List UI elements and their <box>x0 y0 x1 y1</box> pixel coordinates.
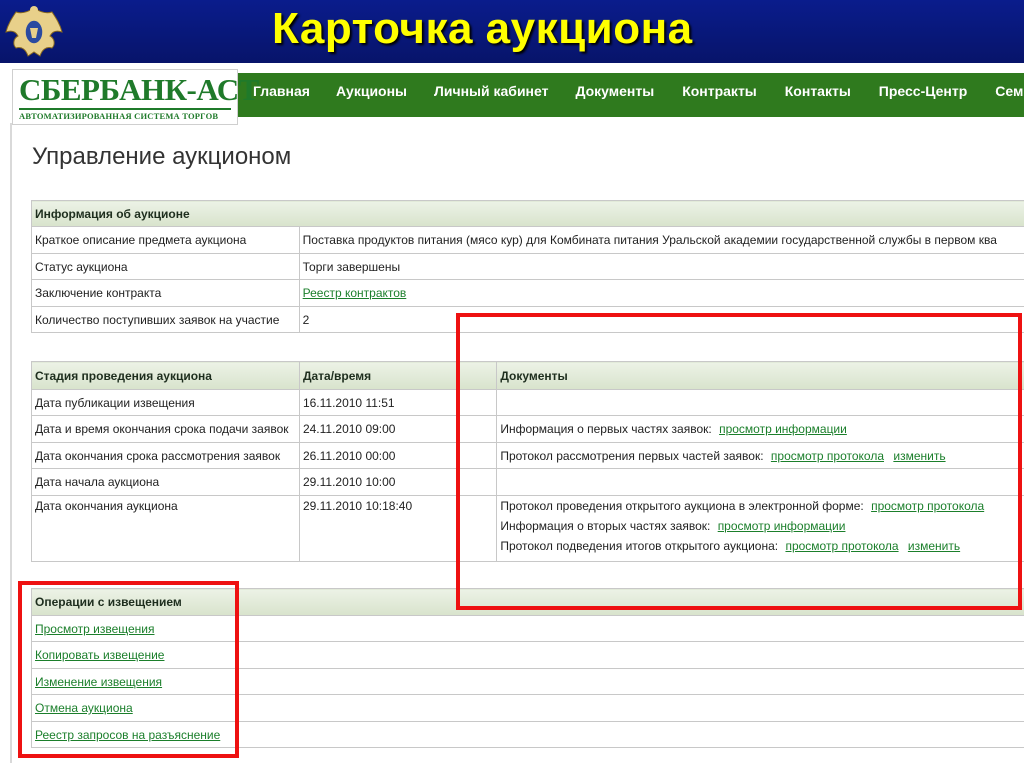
view-notice-link[interactable]: Просмотр извещения <box>35 622 155 636</box>
operations-header: Операции с извещением <box>31 588 1024 616</box>
view-protocol-link[interactable]: просмотр протокола <box>785 539 898 553</box>
stage-applications-end-docs: Информация о первых частях заявок: просм… <box>496 415 1024 443</box>
doc-line: Протокол проведения открытого аукциона в… <box>500 497 1024 517</box>
site-header: СБЕРБАНК-АСТ АВТОМАТИЗИРОВАННАЯ СИСТЕМА … <box>0 63 1024 125</box>
stage-applications-end-date: 24.11.2010 09:00 <box>298 415 498 443</box>
nav-item-account[interactable]: Личный кабинет <box>434 83 548 107</box>
info-label-status: Статус аукциона <box>31 253 300 280</box>
stage-auction-start-docs <box>496 468 1024 496</box>
browser-page: СБЕРБАНК-АСТ АВТОМАТИЗИРОВАННАЯ СИСТЕМА … <box>0 63 1024 768</box>
doc-text: Протокол рассмотрения первых частей заяв… <box>500 448 764 463</box>
operation-row: Изменение извещения <box>31 668 1024 695</box>
stage-auction-end-date: 29.11.2010 10:18:40 <box>298 495 498 562</box>
view-protocol-link[interactable]: просмотр протокола <box>771 449 884 463</box>
doc-text: Протокол подведения итогов открытого аук… <box>500 539 779 553</box>
nav-item-contacts[interactable]: Контакты <box>785 83 851 107</box>
view-protocol-link[interactable]: просмотр протокола <box>871 499 984 513</box>
nav-item-home[interactable]: Главная <box>253 83 310 107</box>
nav-item-contracts[interactable]: Контракты <box>682 83 757 107</box>
stage-applications-end: Дата и время окончания срока подачи заяв… <box>31 415 300 443</box>
info-label-description: Краткое описание предмета аукциона <box>31 226 300 254</box>
doc-text: Информация о первых частях заявок: <box>500 422 712 436</box>
doc-line: Протокол подведения итогов открытого аук… <box>500 536 1024 556</box>
stage-review-end: Дата окончания срока рассмотрения заявок <box>31 442 300 469</box>
stage-auction-end-docs: Протокол проведения открытого аукциона в… <box>496 495 1024 562</box>
stage-publication: Дата публикации извещения <box>31 389 300 416</box>
slide-title: Карточка аукциона <box>272 4 693 53</box>
info-header: Информация об аукционе <box>31 200 1024 227</box>
logo-subtitle: АВТОМАТИЗИРОВАННАЯ СИСТЕМА ТОРГОВ <box>19 108 231 121</box>
nav-menu: Главная Аукционы Личный кабинет Документ… <box>250 83 1024 107</box>
view-info-link[interactable]: просмотр информации <box>718 519 846 533</box>
view-info-link[interactable]: просмотр информации <box>719 422 847 436</box>
cancel-auction-link[interactable]: Отмена аукциона <box>35 701 133 715</box>
operations-table: Операции с извещением Просмотр извещения… <box>31 588 1024 748</box>
logo-text: СБЕРБАНК-АСТ <box>19 72 259 107</box>
stage-auction-end: Дата окончания аукциона <box>31 495 300 562</box>
nav-item-auctions[interactable]: Аукционы <box>336 83 407 107</box>
edit-link[interactable]: изменить <box>893 449 945 463</box>
stage-review-end-date: 26.11.2010 00:00 <box>298 442 498 469</box>
doc-line: Информация о вторых частях заявок: просм… <box>500 516 1024 536</box>
stages-table: Стадия проведения аукциона Дата/время До… <box>31 361 1024 562</box>
info-cell-contract: Реестр контрактов <box>298 279 1024 307</box>
edit-link[interactable]: изменить <box>908 539 960 553</box>
doc-text: Протокол проведения открытого аукциона в… <box>500 499 864 513</box>
page-left-border <box>10 123 12 763</box>
nav-item-seminars[interactable]: Семинары <box>995 83 1024 107</box>
stage-publication-docs <box>496 389 1024 416</box>
edit-notice-link[interactable]: Изменение извещения <box>35 675 162 689</box>
stage-auction-start: Дата начала аукциона <box>31 468 300 496</box>
info-value-description: Поставка продуктов питания (мясо кур) дл… <box>298 226 1024 254</box>
operation-row: Просмотр извещения <box>31 615 1024 642</box>
emblem-icon <box>5 6 63 57</box>
stages-header-docs: Документы <box>496 361 1024 390</box>
info-value-status: Торги завершены <box>298 253 1024 280</box>
info-value-applications: 2 <box>298 306 1024 333</box>
contract-registry-link[interactable]: Реестр контрактов <box>303 286 407 300</box>
nav-item-press[interactable]: Пресс-Центр <box>879 83 968 107</box>
nav-item-documents[interactable]: Документы <box>575 83 654 107</box>
stage-review-end-docs: Протокол рассмотрения первых частей заяв… <box>496 442 1024 469</box>
auction-info-table: Информация об аукционе Краткое описание … <box>31 200 1024 333</box>
stages-header-stage: Стадия проведения аукциона <box>31 361 300 390</box>
stage-auction-start-date: 29.11.2010 10:00 <box>298 468 498 496</box>
info-label-contract: Заключение контракта <box>31 279 300 307</box>
doc-text: Информация о вторых частях заявок: <box>500 519 711 533</box>
logo[interactable]: СБЕРБАНК-АСТ АВТОМАТИЗИРОВАННАЯ СИСТЕМА … <box>12 69 259 125</box>
stages-header-date: Дата/время <box>298 361 498 390</box>
slide-title-bar: Карточка аукциона <box>0 0 1024 63</box>
page-title: Управление аукционом <box>32 143 292 170</box>
info-label-applications: Количество поступивших заявок на участие <box>31 306 300 333</box>
clarification-registry-link[interactable]: Реестр запросов на разъяснение <box>35 728 220 742</box>
operation-row: Отмена аукциона <box>31 694 1024 722</box>
operation-row: Копировать извещение <box>31 641 1024 669</box>
operation-row: Реестр запросов на разъяснение <box>31 721 1024 748</box>
copy-notice-link[interactable]: Копировать извещение <box>35 648 164 662</box>
stage-publication-date: 16.11.2010 11:51 <box>298 389 498 416</box>
